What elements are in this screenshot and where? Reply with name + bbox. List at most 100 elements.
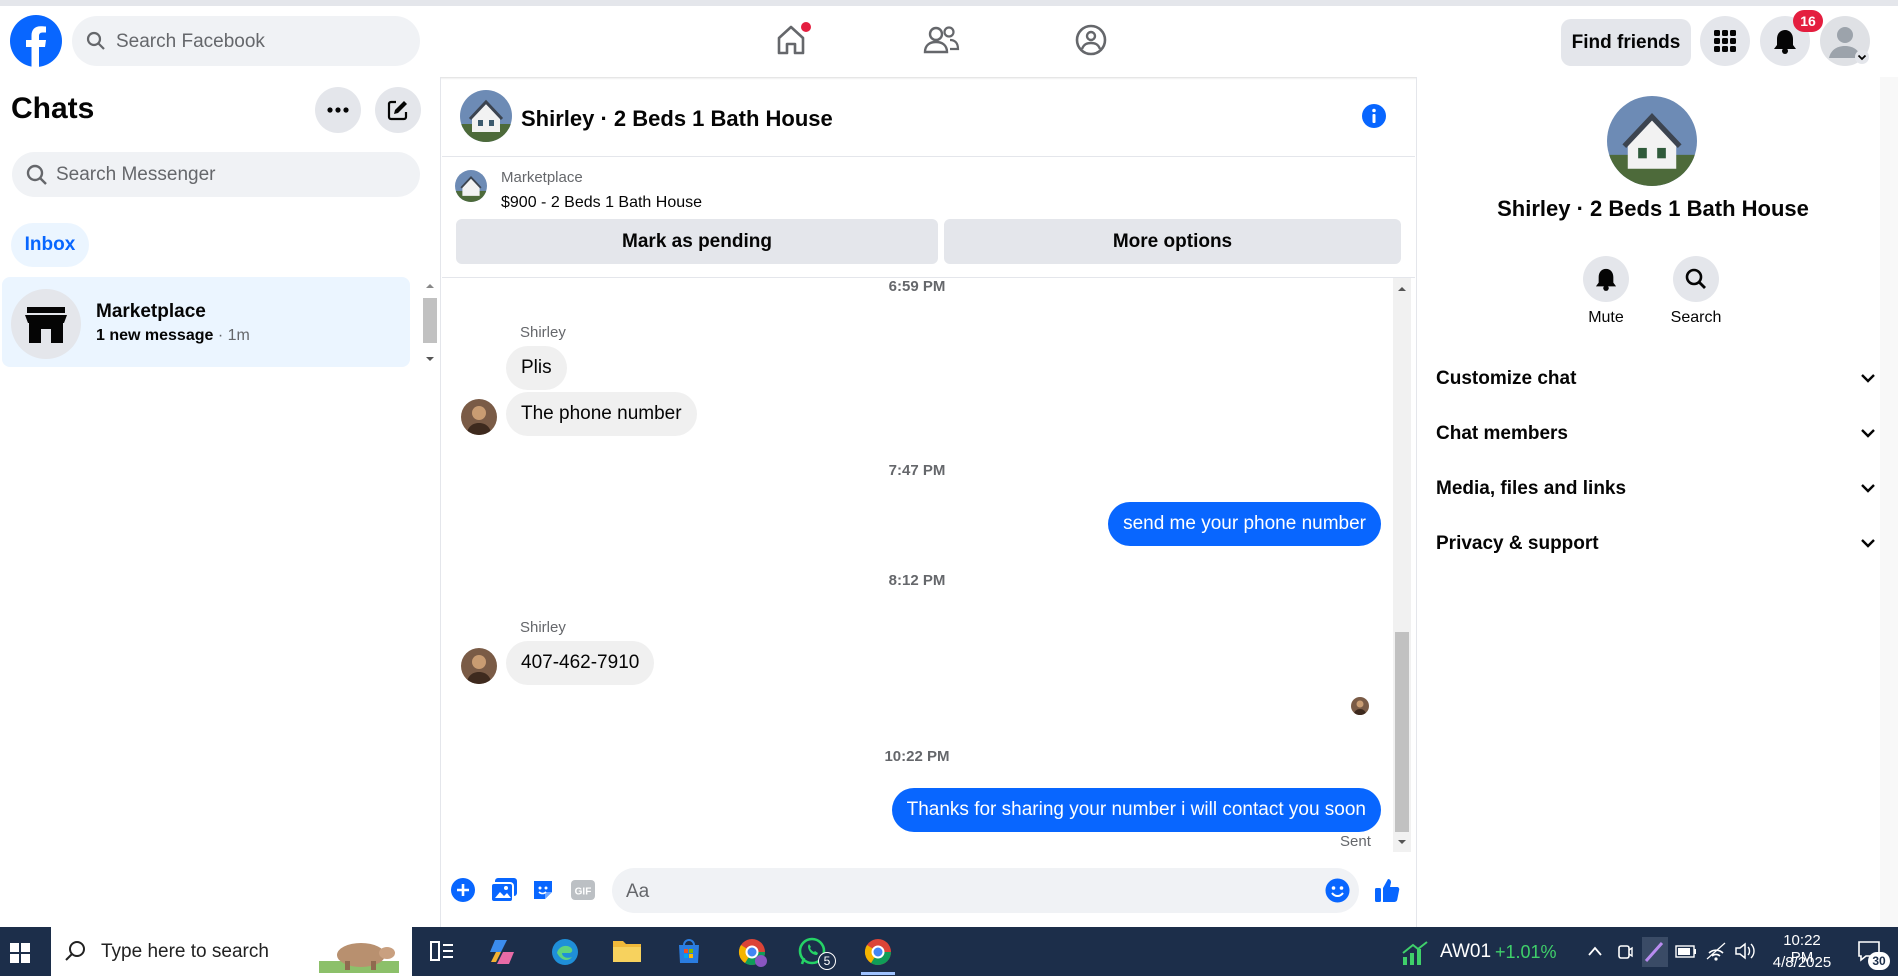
sender-name: Shirley — [520, 324, 566, 341]
clock-date[interactable]: 4/8/2025 — [1772, 954, 1832, 971]
messenger-search-input[interactable]: Search Messenger — [12, 152, 420, 197]
gif-icon[interactable]: GIF — [571, 880, 595, 900]
search-icon — [65, 941, 85, 961]
search-icon — [26, 164, 47, 185]
mark-as-pending-button[interactable]: Mark as pending — [456, 219, 938, 264]
incoming-message[interactable]: 407-462-7910 — [506, 641, 655, 685]
grid-icon — [1714, 30, 1736, 52]
plus-icon[interactable] — [451, 878, 475, 902]
chevron-down-icon — [1861, 484, 1875, 493]
timestamp: 8:12 PM — [888, 572, 946, 589]
chat-members-row[interactable]: Chat members — [1436, 413, 1876, 453]
task-view-icon[interactable] — [430, 940, 454, 962]
chrome-icon[interactable] — [863, 937, 893, 967]
search-placeholder: Search Messenger — [56, 164, 216, 185]
message-input[interactable]: Aa — [612, 868, 1359, 913]
chat-avatar[interactable] — [460, 90, 512, 142]
emoji-icon[interactable] — [1325, 878, 1350, 903]
conversation-preview: 1 new message · 1m — [96, 327, 250, 344]
home-icon[interactable] — [771, 20, 811, 60]
chrome-profile-icon[interactable] — [737, 937, 767, 967]
listing-thumbnail[interactable] — [455, 170, 487, 202]
mute-label: Mute — [1588, 309, 1624, 326]
timestamp: 10:22 PM — [884, 748, 950, 765]
sender-avatar[interactable] — [461, 399, 497, 435]
customize-chat-row[interactable]: Customize chat — [1436, 358, 1876, 398]
chevron-down-icon — [1861, 429, 1875, 438]
photo-icon[interactable] — [491, 878, 517, 902]
search-icon — [86, 31, 105, 50]
page-scrollbar[interactable] — [1880, 77, 1898, 927]
copilot-icon[interactable] — [487, 937, 517, 967]
stock-chart-icon[interactable] — [1401, 941, 1429, 965]
volume-icon[interactable] — [1734, 941, 1756, 961]
conversation-time: · 1m — [217, 327, 250, 344]
message-placeholder: Aa — [626, 881, 650, 902]
search-highlight-illustration — [319, 943, 399, 973]
chats-options-button[interactable] — [315, 87, 361, 133]
file-explorer-icon[interactable] — [612, 938, 642, 964]
like-icon[interactable] — [1373, 876, 1401, 904]
friends-icon[interactable] — [921, 20, 961, 60]
search-icon — [1685, 268, 1706, 289]
details-title: Shirley · 2 Beds 1 Bath House — [1497, 196, 1809, 221]
new-message-button[interactable] — [375, 87, 421, 133]
timestamp: 7:47 PM — [888, 462, 946, 479]
taskbar-search-placeholder: Type here to search — [101, 941, 269, 962]
message-status: Sent — [1340, 833, 1371, 850]
find-friends-button[interactable]: Find friends — [1561, 19, 1691, 66]
active-app-indicator — [861, 972, 895, 975]
wifi-icon[interactable] — [1705, 941, 1727, 961]
bell-icon — [1774, 30, 1796, 54]
seen-avatar — [1351, 697, 1369, 715]
chat-scrollbar[interactable] — [1393, 278, 1411, 852]
mute-button[interactable] — [1583, 256, 1629, 302]
edge-icon[interactable] — [550, 937, 580, 967]
search-placeholder: Search Facebook — [116, 31, 265, 52]
menu-grid-button[interactable] — [1700, 16, 1750, 66]
info-icon[interactable] — [1361, 103, 1387, 129]
search-conversation-button[interactable] — [1673, 256, 1719, 302]
chat-title[interactable]: Shirley · 2 Beds 1 Bath House — [521, 106, 833, 132]
incoming-message[interactable]: Plis — [506, 346, 567, 390]
outgoing-message[interactable]: send me your phone number — [1108, 502, 1381, 546]
tab-inbox[interactable]: Inbox — [11, 223, 89, 267]
conversation-name: Marketplace — [96, 301, 206, 322]
media-files-links-row[interactable]: Media, files and links — [1436, 468, 1876, 508]
sticker-icon[interactable] — [531, 878, 555, 902]
chats-sidebar — [0, 77, 441, 927]
details-avatar[interactable] — [1607, 96, 1697, 186]
chevron-down-icon — [1861, 374, 1875, 383]
listing-title[interactable]: $900 - 2 Beds 1 Bath House — [501, 194, 702, 212]
timestamp: 6:59 PM — [888, 278, 946, 295]
marketplace-store-icon — [11, 289, 81, 359]
sidebar-scrollbar[interactable] — [421, 280, 439, 365]
pen-tray-button[interactable] — [1642, 937, 1668, 967]
chevron-up-icon[interactable] — [1587, 945, 1603, 957]
chevron-down-icon[interactable] — [1855, 50, 1869, 64]
facebook-search-input[interactable]: Search Facebook — [72, 16, 420, 66]
chats-title: Chats — [11, 92, 95, 125]
conversation-item-marketplace[interactable]: Marketplace 1 new message · 1m — [2, 277, 410, 367]
more-dots-icon — [327, 107, 349, 113]
privacy-support-row[interactable]: Privacy & support — [1436, 523, 1876, 563]
svg-text:GIF: GIF — [575, 887, 592, 898]
sender-avatar[interactable] — [461, 648, 497, 684]
notification-center-badge: 30 — [1868, 952, 1890, 970]
bell-icon — [1595, 268, 1617, 291]
incoming-message[interactable]: The phone number — [506, 392, 697, 436]
sender-name: Shirley — [520, 619, 566, 636]
groups-icon[interactable] — [1071, 20, 1111, 60]
pen-icon — [1644, 942, 1664, 962]
more-options-button[interactable]: More options — [944, 219, 1401, 264]
notification-count-badge: 16 — [1793, 10, 1823, 32]
microsoft-store-icon[interactable] — [675, 937, 703, 965]
facebook-logo-icon[interactable] — [10, 15, 62, 67]
windows-start-icon[interactable] — [10, 943, 30, 963]
battery-icon[interactable] — [1675, 945, 1697, 958]
outgoing-message[interactable]: Thanks for sharing your number i will co… — [891, 788, 1381, 832]
taskbar-search-input[interactable]: Type here to search — [51, 927, 412, 976]
search-label: Search — [1670, 309, 1722, 326]
marketplace-label: Marketplace — [501, 169, 583, 186]
meet-now-icon[interactable] — [1617, 943, 1633, 961]
